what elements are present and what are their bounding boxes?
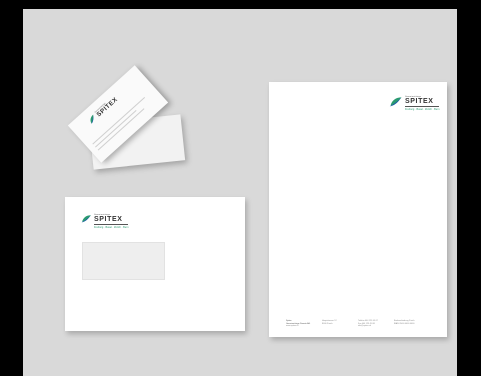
footer-column: Telefon 044 123 45 67 Fax 044 123 45 68 …	[358, 320, 386, 328]
logo-tagline: Freiburg · Basel · Zürich · Bern	[94, 226, 129, 229]
envelope-logo: Gemeinnützige SPITEX Freiburg · Basel · …	[81, 214, 129, 229]
envelope-window	[82, 242, 165, 280]
letterhead: Gemeinnützige SPITEX Freiburg · Basel · …	[269, 82, 447, 337]
logo-rule	[94, 224, 129, 225]
envelope: Gemeinnützige SPITEX Freiburg · Basel · …	[65, 197, 245, 331]
logo-rule	[405, 106, 440, 107]
footer-column: Hauptstrasse 12 8000 Zürich	[322, 320, 350, 328]
business-cards: Gemeinnützige SPITEX	[67, 63, 187, 173]
spitex-leaf-icon	[81, 215, 91, 223]
footer-line: info@spitex.ch	[358, 325, 372, 328]
spitex-leaf-icon	[389, 97, 402, 107]
letter-footer: Spitex Gemeinnützige Dienste AG www.spit…	[286, 320, 422, 328]
letterhead-logo: Gemeinnützige SPITEX Freiburg · Basel · …	[389, 96, 440, 111]
logo-wordmark: SPITEX	[405, 98, 434, 105]
card-logo: Gemeinnützige SPITEX	[87, 95, 119, 125]
logo-wordmark: SPITEX	[94, 216, 123, 223]
footer-line: www.spitex.ch	[286, 325, 299, 328]
footer-column: Spitex Gemeinnützige Dienste AG www.spit…	[286, 320, 314, 328]
footer-line: IBAN CH00 0000 0000	[394, 322, 415, 325]
footer-line: 8000 Zürich	[322, 322, 333, 325]
mockup-stage: Gemeinnützige SPITEX Gemeinnützige SPITE…	[23, 9, 457, 376]
footer-column: Bankverbindung Zürich IBAN CH00 0000 000…	[394, 320, 422, 328]
logo-tagline: Freiburg · Basel · Zürich · Bern	[405, 108, 440, 111]
